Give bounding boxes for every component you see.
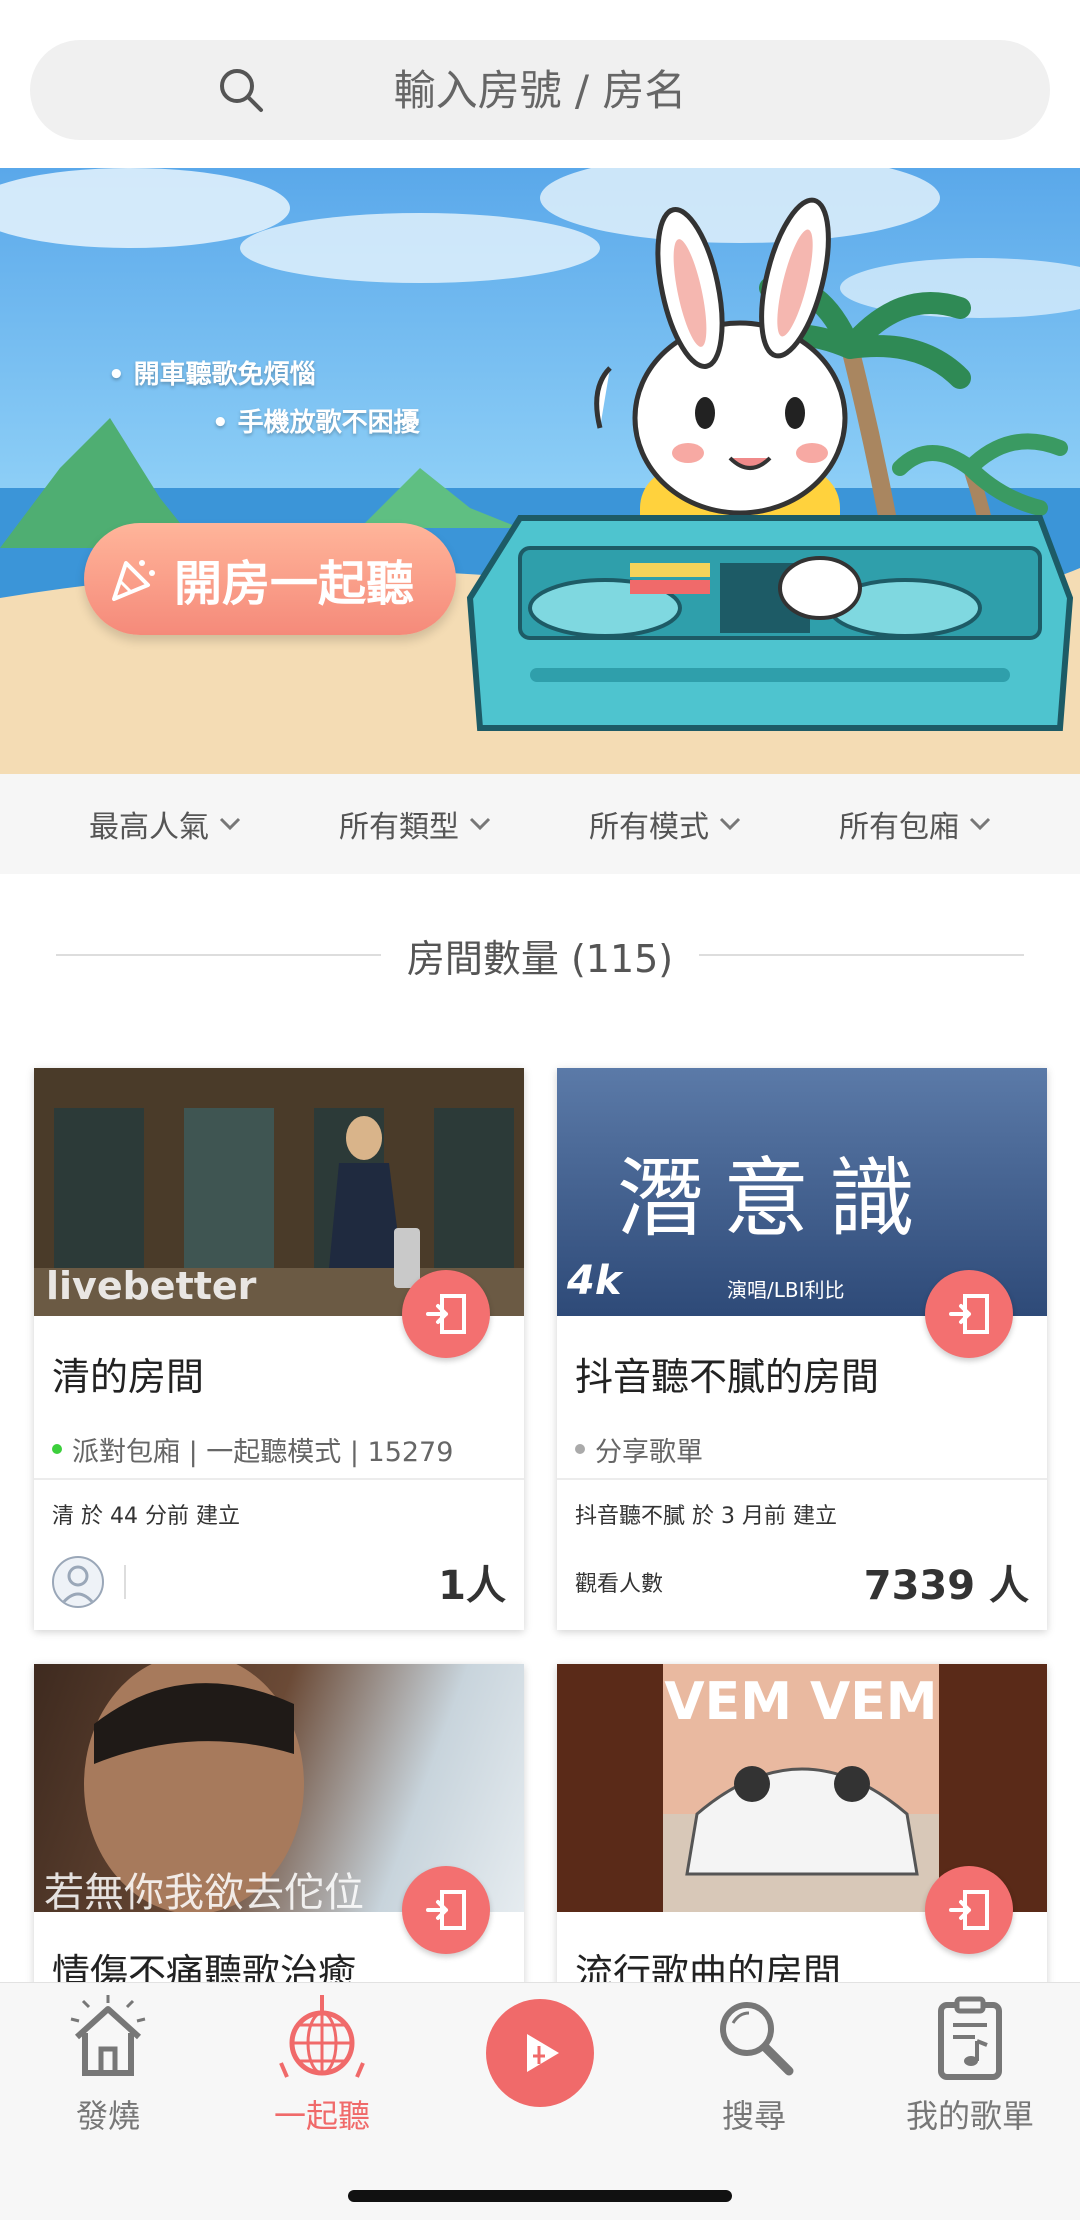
divider	[124, 1565, 126, 1599]
nav-item-search[interactable]: 搜尋	[654, 1993, 854, 2143]
banner-bullet-2: • 手機放歌不困擾	[212, 408, 420, 438]
filter-label: 所有包廂	[839, 810, 959, 845]
search-icon	[720, 2002, 794, 2076]
room-footer: 觀看人數 7339 人	[557, 1534, 1047, 1630]
join-room-button[interactable]	[925, 1866, 1013, 1954]
filter-popularity[interactable]: 最高人氣	[89, 802, 241, 846]
nav-item-my-playlist[interactable]: 我的歌單	[870, 1993, 1070, 2143]
filter-mode[interactable]: 所有模式	[589, 802, 741, 846]
nav-label: 我的歌單	[905, 2097, 1034, 2135]
thumbnail-title: 若無你我欲去佗位	[44, 1870, 364, 1912]
search-input[interactable]	[240, 65, 840, 115]
join-room-button[interactable]	[925, 1270, 1013, 1358]
room-listener-count: 1人	[438, 1563, 506, 1609]
party-popper-icon	[112, 560, 155, 601]
disco-ball-icon	[279, 1995, 365, 2078]
filter-bar: 最高人氣 所有類型 所有模式 所有包廂	[0, 774, 1080, 874]
chevron-down-icon	[969, 817, 991, 831]
user-icon	[60, 1565, 96, 1605]
room-card[interactable]: livebetter 清的房間 派對包廂 | 一起聽模式 | 15279 清 於…	[34, 1068, 524, 1630]
room-meta-text: 派對包廂 | 一起聽模式 | 15279	[72, 1436, 454, 1468]
nav-item-listen-together[interactable]: 一起聽	[222, 1993, 422, 2143]
nav-item-hot[interactable]: 發燒	[8, 1993, 208, 2143]
room-meta-text: 分享歌單	[595, 1436, 703, 1468]
filter-label: 最高人氣	[89, 810, 209, 845]
banner-illustration	[0, 168, 1080, 774]
home-indicator[interactable]	[348, 2190, 732, 2202]
promo-banner[interactable]: • 開車聽歌免煩惱 • 手機放歌不困擾 開房一起聽	[0, 168, 1080, 774]
play-icon	[527, 2034, 559, 2072]
room-created: 清 於 44 分前 建立	[52, 1504, 240, 1529]
join-room-button[interactable]	[402, 1866, 490, 1954]
thumbnail-title: VEM VEM	[664, 1672, 938, 1732]
search-icon	[220, 69, 263, 112]
nav-label: 一起聽	[273, 2097, 370, 2135]
room-count-header: 房間數量 (115)	[56, 920, 1025, 990]
divider	[56, 954, 381, 956]
playlist-icon	[938, 1996, 1002, 2080]
filter-label: 所有模式	[589, 810, 709, 845]
join-room-button[interactable]	[402, 1270, 490, 1358]
enter-door-icon	[949, 1890, 989, 1930]
chevron-down-icon	[469, 817, 491, 831]
room-count-label: 房間數量 (115)	[406, 936, 674, 981]
filter-type[interactable]: 所有類型	[339, 802, 491, 846]
search-header	[0, 0, 1080, 168]
chevron-down-icon	[719, 817, 741, 831]
enter-door-icon	[426, 1294, 466, 1334]
open-room-label: 開房一起聽	[174, 556, 415, 612]
thumbnail-title: 潛意識	[617, 1149, 935, 1249]
room-meta: 分享歌單	[557, 1406, 1047, 1478]
banner-bullet-1: • 開車聽歌免煩惱	[108, 360, 316, 390]
status-dot	[52, 1444, 62, 1454]
room-card[interactable]: 若無你我欲去佗位 情傷不痛聽歌治癒	[34, 1664, 524, 2004]
room-meta: 派對包廂 | 一起聽模式 | 15279	[34, 1406, 524, 1478]
filter-label: 所有類型	[339, 810, 459, 845]
room-card[interactable]: 潛意識 4k 演唱/LBI利比 抖音聽不膩的房間 分享歌單 抖音聽不膩 於 3 …	[557, 1068, 1047, 1630]
room-footer: 1人	[34, 1534, 524, 1630]
bottom-nav: 發燒 一起聽 搜尋 我的歌單	[0, 1982, 1080, 2220]
enter-door-icon	[426, 1890, 466, 1930]
viewer-count-label: 觀看人數	[575, 1572, 664, 1597]
chevron-down-icon	[219, 817, 241, 831]
thumbnail-subtitle: 演唱/LBI利比	[727, 1278, 845, 1302]
search-bar[interactable]	[30, 40, 1050, 140]
enter-door-icon	[949, 1294, 989, 1334]
now-playing-button[interactable]	[486, 1999, 594, 2107]
nav-label: 發燒	[75, 2097, 140, 2135]
app-screen: • 開車聽歌免煩惱 • 手機放歌不困擾 開房一起聽 最高人氣 所有類型 所有模式	[0, 0, 1080, 2220]
status-dot	[575, 1444, 585, 1454]
room-listener-count: 7339 人	[863, 1563, 1029, 1609]
open-room-button[interactable]: 開房一起聽	[84, 523, 456, 635]
thumbnail-watermark: livebetter	[46, 1264, 257, 1308]
avatar[interactable]	[52, 1556, 104, 1608]
thumbnail-brand: 4k	[567, 1258, 622, 1304]
room-created: 抖音聽不膩 於 3 月前 建立	[575, 1504, 837, 1529]
nav-label: 搜尋	[721, 2097, 786, 2135]
home-icon	[70, 1995, 146, 2076]
filter-room-type[interactable]: 所有包廂	[839, 802, 991, 846]
divider	[699, 954, 1025, 956]
room-card[interactable]: VEM VEM 流行歌曲的房間	[557, 1664, 1047, 2004]
